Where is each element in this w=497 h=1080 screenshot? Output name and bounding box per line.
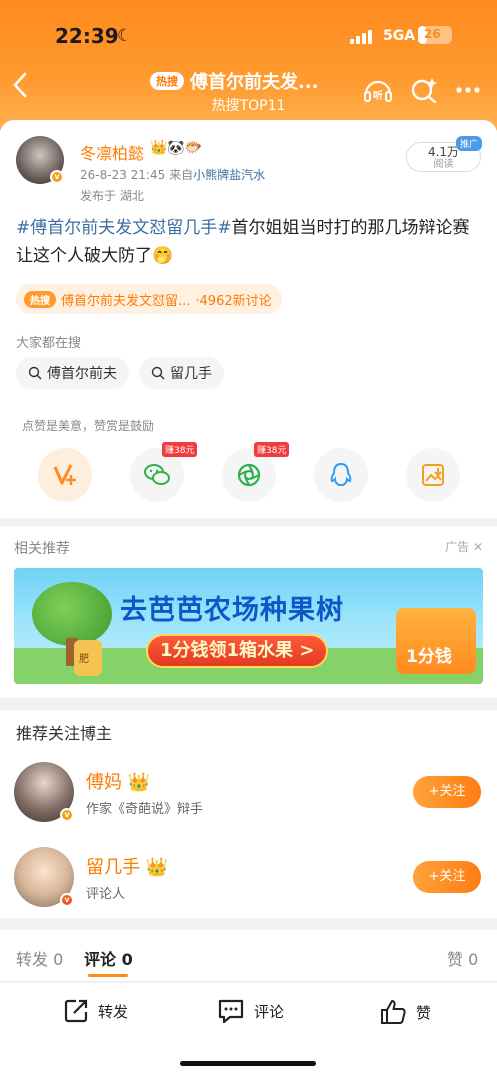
home-indicator bbox=[180, 1061, 316, 1066]
repost-button[interactable]: 转发 bbox=[62, 997, 128, 1025]
ad-banner[interactable]: 肥 去芭芭农场种果树 1分钱领1箱水果 > 1分钱 bbox=[14, 568, 483, 684]
blogger-desc: 评论人 bbox=[86, 887, 126, 902]
post-hashtag[interactable]: #傅首尔前夫发文怼留几手# bbox=[16, 218, 232, 238]
wechat-icon[interactable]: 赚38元 bbox=[130, 442, 198, 502]
searches-label: 大家都在搜 bbox=[16, 336, 82, 351]
interaction-tabs: 转发 0 评论 0 赞 0 bbox=[0, 930, 497, 982]
search-chip-label: 傅首尔前夫 bbox=[47, 366, 117, 382]
tab-repost[interactable]: 转发 0 bbox=[16, 946, 63, 970]
listen-icon[interactable]: 听 bbox=[362, 74, 394, 106]
follow-title: 推荐关注博主 bbox=[16, 724, 113, 743]
search-chip-label: 留几手 bbox=[170, 366, 212, 382]
active-tab-indicator bbox=[88, 974, 128, 977]
nav-title-group[interactable]: 热搜 傅首尔前夫发... bbox=[150, 68, 319, 94]
search-chip[interactable]: 留几手 bbox=[139, 357, 224, 389]
author-name[interactable]: 冬凛柏懿 bbox=[80, 140, 144, 164]
banner-cta[interactable]: 1分钱领1箱水果 > bbox=[146, 634, 329, 668]
topic-hot-badge: 热搜 bbox=[24, 290, 56, 308]
moments-icon[interactable]: 赚38元 bbox=[222, 442, 290, 502]
hot-topic-chip[interactable]: 热搜 傅首尔前夫发文怼留... ·4962新讨论 bbox=[16, 284, 282, 314]
reward-badge: 赚38元 bbox=[254, 442, 290, 457]
crown-icon: 👑 bbox=[145, 857, 169, 878]
reward-hint: 点赞是美意，赞赏是鼓励 bbox=[22, 419, 155, 433]
fruit-tree-icon bbox=[32, 582, 112, 646]
post-time: 26-8-23 21:45 bbox=[80, 168, 166, 182]
banner-headline: 去芭芭农场种果树 bbox=[120, 595, 344, 626]
ad-close-button[interactable]: 广告 ✕ bbox=[445, 538, 483, 555]
like-label: 赞 bbox=[416, 1003, 432, 1022]
banner-price: 1分钱 bbox=[406, 647, 452, 667]
verified-badge-icon: v bbox=[60, 808, 74, 822]
post-location: 发布于 湖北 bbox=[80, 189, 144, 203]
topic-discussion-count: ·4962新讨论 bbox=[195, 293, 272, 309]
blogger-name[interactable]: 傅妈 👑 bbox=[86, 768, 150, 794]
recommend-title: 相关推荐 bbox=[14, 541, 70, 557]
read-label: 阅读 bbox=[433, 159, 454, 170]
topic-name: 傅首尔前夫发文怼留... bbox=[61, 293, 191, 309]
qq-icon[interactable] bbox=[314, 448, 368, 502]
repost-icon bbox=[64, 999, 88, 1023]
reward-badge: 赚38元 bbox=[162, 442, 198, 457]
post-emoji: 🤭 bbox=[152, 246, 174, 266]
related-recommend: 相关推荐 广告 ✕ 肥 去芭芭农场种果树 1分钱领1箱水果 > 1分钱 bbox=[0, 526, 497, 698]
crown-icon: 👑 bbox=[127, 772, 151, 793]
follow-suggestions: 推荐关注博主 v 傅妈 👑 作家《奇葩说》辩手 +关注 v 留几手 👑 评论人 … bbox=[0, 710, 497, 918]
source-prefix: 来自 bbox=[169, 168, 194, 182]
search-icon bbox=[151, 366, 165, 380]
post-source[interactable]: 小熊牌盐汽水 bbox=[193, 168, 265, 182]
tab-comment[interactable]: 评论 0 bbox=[84, 946, 133, 970]
close-icon: ✕ bbox=[472, 540, 483, 554]
more-icon[interactable] bbox=[452, 74, 484, 106]
listen-label: 听 bbox=[373, 89, 383, 102]
blogger-desc: 作家《奇葩说》辩手 bbox=[86, 802, 204, 817]
network-type: 5GA bbox=[383, 28, 416, 44]
moon-icon: ☾ bbox=[117, 26, 133, 46]
signal-icon bbox=[350, 30, 372, 44]
header: 22:39 ☾ 5GA 26 热搜 傅首尔前夫发... 热搜TOP11 听 bbox=[0, 0, 497, 130]
search-icon bbox=[28, 366, 42, 380]
follow-button[interactable]: +关注 bbox=[413, 861, 481, 893]
status-time: 22:39 bbox=[55, 24, 119, 48]
battery-icon: 26 bbox=[418, 26, 452, 44]
vplus-icon[interactable] bbox=[38, 448, 92, 502]
save-image-icon[interactable] bbox=[406, 448, 460, 502]
like-button[interactable]: 赞 bbox=[378, 997, 431, 1027]
ad-label: 广告 bbox=[445, 540, 470, 554]
post-card: v 冬凛柏懿 👑🐼🐡 26-8-23 21:45 来自小熊牌盐汽水 发布于 湖北… bbox=[0, 120, 497, 518]
thumbs-up-icon bbox=[381, 1000, 406, 1024]
hot-search-badge: 热搜 bbox=[150, 72, 184, 90]
jar-label: 肥 bbox=[79, 654, 89, 665]
page-title: 傅首尔前夫发... bbox=[190, 72, 319, 93]
promo-badge: 推广 bbox=[456, 136, 483, 151]
search-chip[interactable]: 傅首尔前夫 bbox=[16, 357, 129, 389]
post-meta: 26-8-23 21:45 来自小熊牌盐汽水 bbox=[80, 166, 265, 183]
fertilizer-jar-icon: 肥 bbox=[74, 640, 102, 676]
bottom-action-bar: 转发 评论 赞 bbox=[0, 983, 497, 1080]
comment-label: 评论 bbox=[254, 1002, 285, 1021]
comment-icon bbox=[218, 999, 244, 1024]
tab-like[interactable]: 赞 0 bbox=[447, 946, 478, 970]
blogger-name[interactable]: 留几手 👑 bbox=[86, 853, 168, 879]
status-bar: 22:39 ☾ 5GA 26 bbox=[0, 22, 497, 52]
follow-button[interactable]: +关注 bbox=[413, 776, 481, 808]
fruit-basket-icon: 1分钱 bbox=[396, 608, 476, 674]
battery-percent: 26 bbox=[424, 27, 441, 41]
author-badges: 👑🐼🐡 bbox=[150, 140, 203, 156]
comment-button[interactable]: 评论 bbox=[216, 997, 284, 1025]
post-text: #傅首尔前夫发文怼留几手#首尔姐姐当时打的那几场辩论赛让这个人破大防了🤭 bbox=[16, 214, 482, 270]
repost-label: 转发 bbox=[98, 1002, 129, 1021]
verified-badge-icon: v bbox=[60, 893, 74, 907]
nav-bar: 热搜 傅首尔前夫发... 热搜TOP11 听 bbox=[0, 62, 497, 118]
verified-badge-icon: v bbox=[50, 170, 64, 184]
sparkle-search-icon[interactable] bbox=[408, 74, 440, 106]
